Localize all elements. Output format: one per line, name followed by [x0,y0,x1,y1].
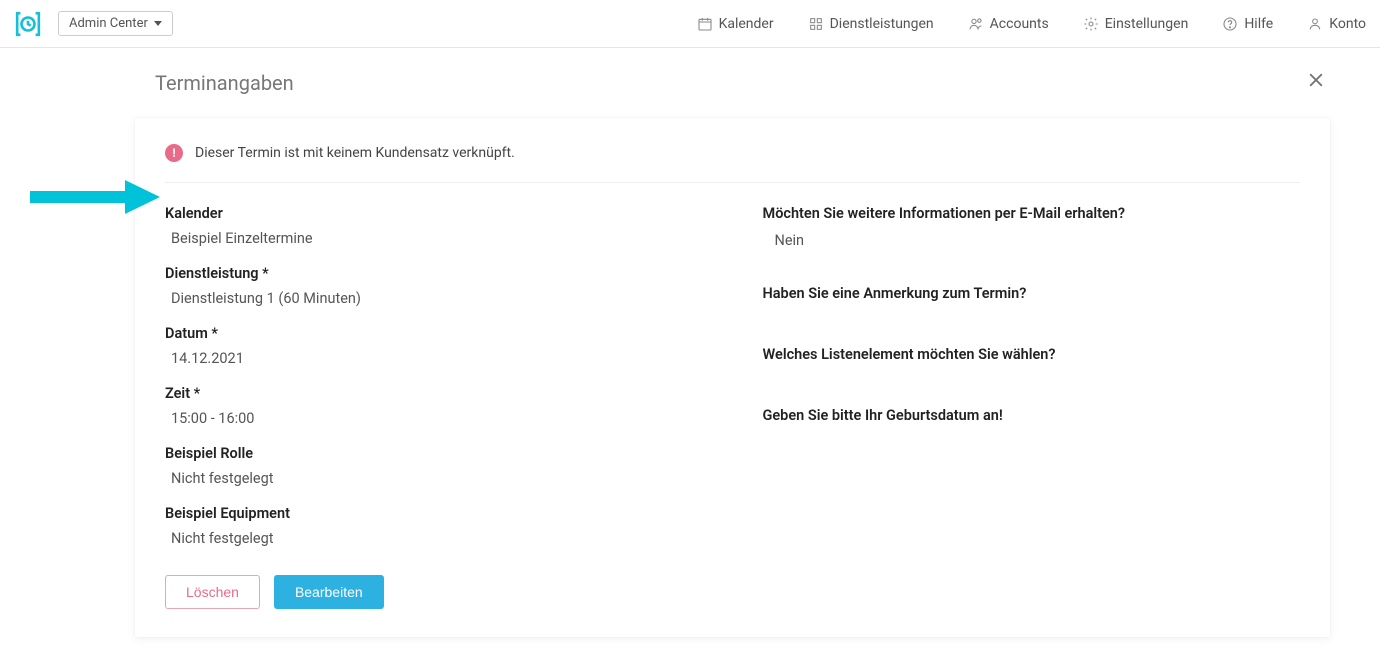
nav-einstellungen[interactable]: Einstellungen [1083,16,1189,32]
chevron-down-icon [154,21,162,26]
nav-label: Kalender [719,16,774,32]
gear-icon [1083,16,1099,32]
field-value: 14.12.2021 [165,350,703,367]
field-rolle: Beispiel Rolle Nicht festgelegt [165,445,703,487]
field-value: Nein [763,232,1301,249]
field-anmerkung: Haben Sie eine Anmerkung zum Termin? [763,285,1301,302]
edit-button[interactable]: Bearbeiten [274,575,384,609]
nav-label: Hilfe [1244,16,1273,32]
topbar: Admin Center Kalender Dienstleistungen A… [0,0,1380,48]
field-value: 15:00 - 16:00 [165,410,703,427]
people-icon [968,16,984,32]
nav-kalender[interactable]: Kalender [697,16,774,32]
nav-label: Accounts [990,16,1049,32]
page-header: Terminangaben [155,66,1330,100]
field-label: Beispiel Rolle [165,445,703,462]
details-grid: Kalender Beispiel Einzeltermine Dienstle… [165,205,1300,609]
user-icon [1307,16,1323,32]
field-label: Zeit * [165,385,703,402]
field-label: Welches Listenelement möchten Sie wählen… [763,346,1301,363]
nav-hilfe[interactable]: Hilfe [1222,16,1273,32]
grid-icon [808,16,824,32]
help-icon [1222,16,1238,32]
calendar-icon [697,16,713,32]
details-right-column: Möchten Sie weitere Informationen per E-… [763,205,1301,609]
nav-label: Dienstleistungen [830,16,934,32]
page-body: Terminangaben ! Dieser Termin ist mit ke… [0,48,1380,637]
field-value: Nicht festgelegt [165,530,703,547]
topbar-nav: Kalender Dienstleistungen Accounts Einst… [697,16,1366,32]
appointment-card: ! Dieser Termin ist mit keinem Kundensat… [135,118,1330,637]
field-zeit: Zeit * 15:00 - 16:00 [165,385,703,427]
alert-bar: ! Dieser Termin ist mit keinem Kundensat… [165,144,1300,183]
field-label: Möchten Sie weitere Informationen per E-… [763,205,1301,222]
field-info-email: Möchten Sie weitere Informationen per E-… [763,205,1301,249]
warning-icon: ! [165,144,183,162]
annotation-arrow [30,180,160,218]
app-logo [14,10,42,38]
nav-konto[interactable]: Konto [1307,16,1366,32]
action-buttons: Löschen Bearbeiten [165,575,703,609]
field-value: Nicht festgelegt [165,470,703,487]
field-value: Dienstleistung 1 (60 Minuten) [165,290,703,307]
field-datum: Datum * 14.12.2021 [165,325,703,367]
close-icon [1306,71,1326,96]
field-kalender: Kalender Beispiel Einzeltermine [165,205,703,247]
field-equipment: Beispiel Equipment Nicht festgelegt [165,505,703,547]
field-label: Beispiel Equipment [165,505,703,522]
details-left-column: Kalender Beispiel Einzeltermine Dienstle… [165,205,703,609]
workspace-selector-label: Admin Center [69,16,148,31]
nav-label: Konto [1329,16,1366,32]
workspace-selector[interactable]: Admin Center [58,11,173,36]
nav-accounts[interactable]: Accounts [968,16,1049,32]
nav-label: Einstellungen [1105,16,1189,32]
nav-dienstleistungen[interactable]: Dienstleistungen [808,16,934,32]
alert-text: Dieser Termin ist mit keinem Kundensatz … [195,145,515,161]
field-label: Datum * [165,325,703,342]
field-label: Haben Sie eine Anmerkung zum Termin? [763,285,1301,302]
field-label: Dienstleistung * [165,265,703,282]
field-label: Kalender [165,205,703,222]
field-value: Beispiel Einzeltermine [165,230,703,247]
field-dienstleistung: Dienstleistung * Dienstleistung 1 (60 Mi… [165,265,703,307]
field-geburtsdatum: Geben Sie bitte Ihr Geburtsdatum an! [763,407,1301,424]
close-button[interactable] [1302,66,1330,100]
field-label: Geben Sie bitte Ihr Geburtsdatum an! [763,407,1301,424]
delete-button[interactable]: Löschen [165,575,260,609]
field-listenelement: Welches Listenelement möchten Sie wählen… [763,346,1301,363]
page-title: Terminangaben [155,71,294,95]
